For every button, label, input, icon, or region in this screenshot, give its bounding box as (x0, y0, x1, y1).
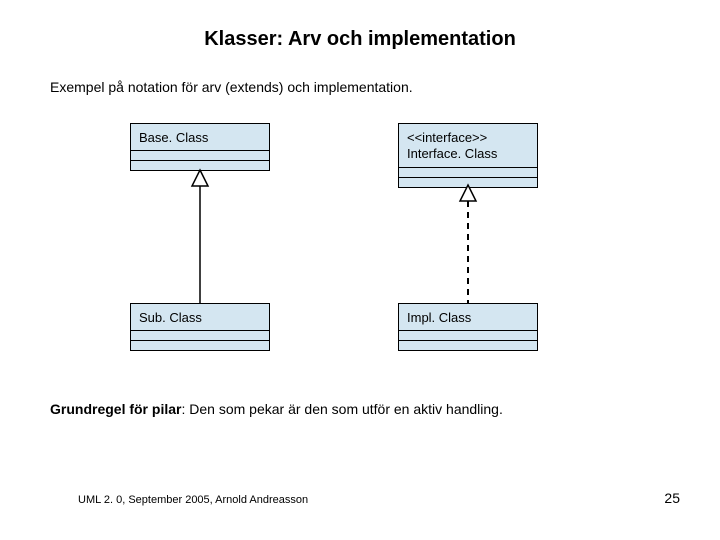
page-number: 25 (664, 490, 680, 506)
rule-body: : Den som pekar är den som utför en akti… (181, 401, 502, 417)
slide-title: Klasser: Arv och implementation (0, 0, 720, 51)
generalization-arrow (190, 170, 210, 303)
rule-text: Grundregel för pilar: Den som pekar är d… (50, 401, 720, 417)
uml-class-base: Base. Class (130, 123, 270, 171)
uml-class-impl: Impl. Class (398, 303, 538, 351)
class-name: Impl. Class (399, 304, 537, 330)
class-attr-section (399, 330, 537, 340)
interface-name: Interface. Class (407, 146, 497, 161)
footer-credit: UML 2. 0, September 2005, Arnold Andreas… (78, 494, 308, 506)
uml-diagram: Base. Class <<interface>> Interface. Cla… (0, 113, 720, 393)
rule-label: Grundregel för pilar (50, 401, 181, 417)
uml-interface: <<interface>> Interface. Class (398, 123, 538, 188)
class-name: <<interface>> Interface. Class (399, 124, 537, 167)
class-op-section (399, 340, 537, 350)
class-attr-section (131, 330, 269, 340)
realization-arrow (458, 185, 478, 303)
intro-text: Exempel på notation för arv (extends) oc… (50, 79, 720, 95)
class-op-section (131, 340, 269, 350)
uml-class-sub: Sub. Class (130, 303, 270, 351)
class-attr-section (399, 167, 537, 177)
class-name: Base. Class (131, 124, 269, 150)
class-name: Sub. Class (131, 304, 269, 330)
class-attr-section (131, 150, 269, 160)
stereotype: <<interface>> (407, 130, 487, 145)
